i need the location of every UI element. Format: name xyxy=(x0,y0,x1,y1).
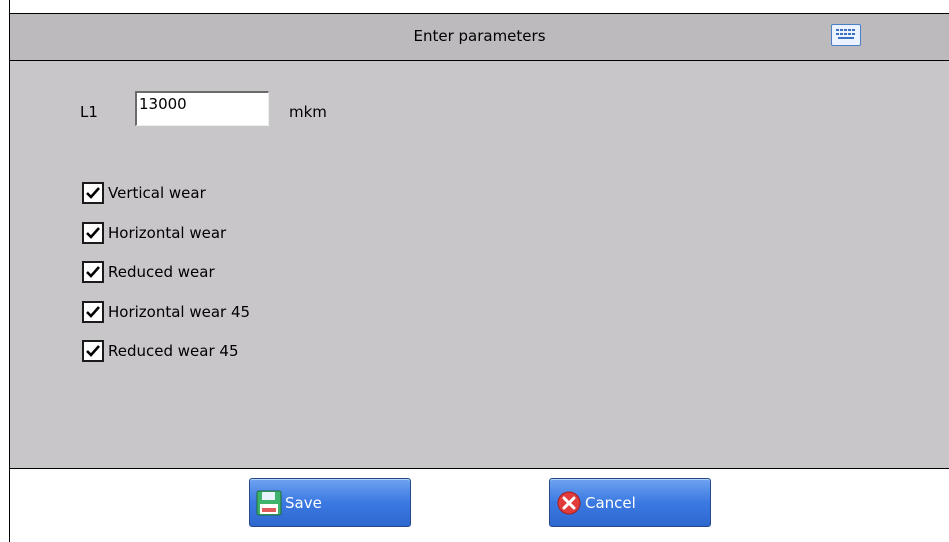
red-x-icon xyxy=(557,491,581,514)
checkbox-label: Reduced wear xyxy=(108,263,215,281)
dialog-title: Enter parameters xyxy=(413,27,546,45)
cancel-button[interactable]: Cancel xyxy=(549,478,711,527)
checkmark-icon xyxy=(86,345,100,357)
checkbox-label: Horizontal wear 45 xyxy=(108,303,251,321)
cancel-button-label: Cancel xyxy=(585,493,636,512)
keyboard-icon[interactable] xyxy=(831,24,861,46)
l1-label: L1 xyxy=(80,103,98,121)
checkbox-box[interactable] xyxy=(82,261,104,283)
checkbox-label: Horizontal wear xyxy=(108,224,227,242)
save-button-label: Save xyxy=(285,493,322,512)
checkbox-horizontal-wear[interactable]: Horizontal wear xyxy=(82,220,226,246)
checkmark-icon xyxy=(86,187,100,199)
checkbox-horizontal-wear-45[interactable]: Horizontal wear 45 xyxy=(82,299,250,325)
l1-input[interactable] xyxy=(135,91,269,126)
checkmark-icon xyxy=(86,266,100,278)
l1-unit-label: mkm xyxy=(289,103,327,121)
dialog-titlebar: Enter parameters xyxy=(10,13,949,61)
checkbox-label: Reduced wear 45 xyxy=(108,342,239,360)
floppy-disk-icon xyxy=(256,490,282,515)
checkbox-vertical-wear[interactable]: Vertical wear xyxy=(82,180,206,206)
checkbox-box[interactable] xyxy=(82,182,104,204)
checkbox-box[interactable] xyxy=(82,301,104,323)
checkbox-reduced-wear-45[interactable]: Reduced wear 45 xyxy=(82,338,238,364)
checkbox-box[interactable] xyxy=(82,340,104,362)
save-button[interactable]: Save xyxy=(249,478,411,527)
checkmark-icon xyxy=(86,227,100,239)
checkbox-box[interactable] xyxy=(82,222,104,244)
checkbox-reduced-wear[interactable]: Reduced wear xyxy=(82,259,215,285)
checkmark-icon xyxy=(86,306,100,318)
checkbox-label: Vertical wear xyxy=(108,184,206,202)
